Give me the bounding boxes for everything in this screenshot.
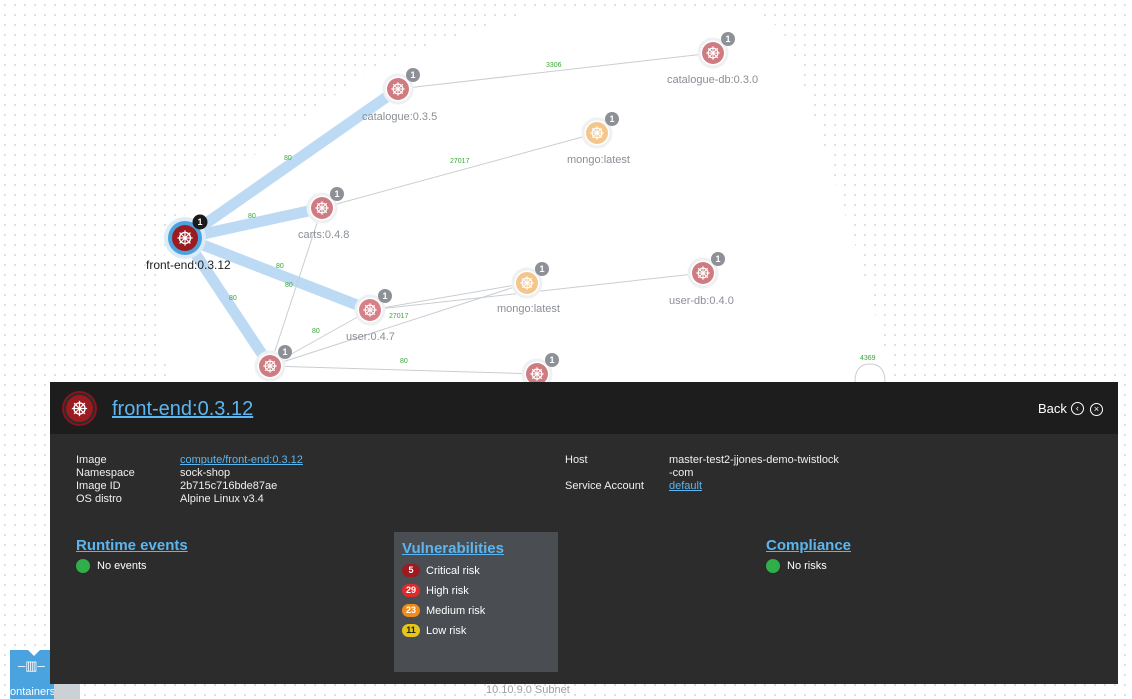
host-value-cont: -com [669, 467, 694, 479]
medium-count-badge: 23 [402, 604, 420, 617]
image-key: Image [76, 454, 107, 466]
compliance-status: No risks [766, 559, 827, 573]
image-id-value: 2b715c716bde87ae [180, 480, 278, 492]
port-label: 80 [312, 328, 320, 335]
port-label: 80 [248, 213, 256, 220]
ok-status-icon [766, 559, 780, 573]
runtime-status: No events [76, 559, 147, 573]
node-label: carts:0.4.8 [298, 229, 349, 241]
host-value: master-test2-jjones-demo-twistlock [669, 454, 839, 466]
port-label: 27017 [450, 158, 470, 165]
medium-label: Medium risk [426, 604, 486, 617]
service-account-key: Service Account [565, 480, 644, 492]
close-icon[interactable]: × [1090, 403, 1103, 416]
svg-text:1: 1 [410, 70, 415, 80]
runtime-status-text: No events [97, 560, 147, 572]
svg-text:1: 1 [609, 114, 614, 124]
low-label: Low risk [426, 624, 467, 637]
critical-count-badge: 5 [402, 564, 420, 577]
node-label: catalogue:0.3.5 [362, 111, 437, 123]
host-key: Host [565, 454, 588, 466]
os-distro-value: Alpine Linux v3.4 [180, 493, 264, 505]
low-count-badge: 11 [402, 624, 420, 637]
panel-header: front-end:0.3.12 Back ‹ × [50, 382, 1118, 434]
vuln-low-row: 11 Low risk [402, 624, 466, 637]
svg-text:1: 1 [282, 347, 287, 357]
compliance-status-text: No risks [787, 560, 827, 572]
node-label: mongo:latest [567, 154, 630, 166]
host-info: Host master-test2-jjones-demo-twistlock … [565, 454, 965, 514]
port-label: 80 [284, 155, 292, 162]
ok-status-icon [76, 559, 90, 573]
kubernetes-icon [66, 395, 93, 422]
svg-text:1: 1 [549, 355, 554, 365]
svg-text:1: 1 [197, 217, 202, 227]
subnet-label: 10.10.9.0 Subnet [486, 684, 570, 696]
high-label: High risk [426, 584, 469, 597]
containers-tab-label: ontainers [10, 686, 56, 698]
vuln-high-row: 29 High risk [402, 584, 469, 597]
runtime-events-link[interactable]: Runtime events [76, 537, 188, 554]
port-label: 80 [400, 358, 408, 365]
compliance-link[interactable]: Compliance [766, 537, 851, 554]
svg-text:1: 1 [715, 254, 720, 264]
critical-label: Critical risk [426, 564, 480, 577]
svg-text:1: 1 [539, 264, 544, 274]
back-label: Back [1038, 401, 1067, 416]
svg-text:1: 1 [382, 291, 387, 301]
high-count-badge: 29 [402, 584, 420, 597]
os-distro-key: OS distro [76, 493, 122, 505]
tab-strip [54, 684, 80, 699]
namespace-key: Namespace [76, 467, 135, 479]
node-label: user:0.4.7 [346, 331, 395, 343]
vulnerabilities-link[interactable]: Vulnerabilities [402, 540, 504, 557]
port-label: 27017 [389, 313, 409, 320]
detail-panel: front-end:0.3.12 Back ‹ × Image compute/… [50, 382, 1118, 684]
svg-text:1: 1 [334, 189, 339, 199]
node-label: catalogue-db:0.3.0 [667, 74, 758, 86]
port-label: 80 [276, 263, 284, 270]
vuln-medium-row: 23 Medium risk [402, 604, 485, 617]
container-icon: –▥– [18, 658, 45, 673]
node-label-selected: front-end:0.3.12 [146, 258, 231, 272]
image-link[interactable]: compute/front-end:0.3.12 [180, 454, 303, 467]
node-label: mongo:latest [497, 303, 560, 315]
image-info: Image compute/front-end:0.3.12 Namespace… [76, 454, 376, 514]
panel-title-link[interactable]: front-end:0.3.12 [112, 398, 253, 421]
vuln-critical-row: 5 Critical risk [402, 564, 480, 577]
vulnerabilities-card: Vulnerabilities 5 Critical risk 29 High … [394, 532, 558, 672]
node-label: user-db:0.4.0 [669, 295, 734, 307]
service-account-link[interactable]: default [669, 480, 702, 493]
back-button[interactable]: Back ‹ [1038, 401, 1084, 416]
port-label: 80 [285, 282, 293, 289]
namespace-value: sock-shop [180, 467, 231, 479]
svg-text:1: 1 [725, 34, 730, 44]
image-id-key: Image ID [76, 480, 121, 492]
caret-down-icon [28, 650, 40, 656]
port-label: 3306 [546, 62, 562, 69]
port-label: 4369 [860, 355, 876, 362]
containers-tab[interactable]: –▥– ontainers [10, 650, 56, 699]
chevron-left-icon: ‹ [1070, 402, 1084, 415]
port-label: 80 [229, 295, 237, 302]
